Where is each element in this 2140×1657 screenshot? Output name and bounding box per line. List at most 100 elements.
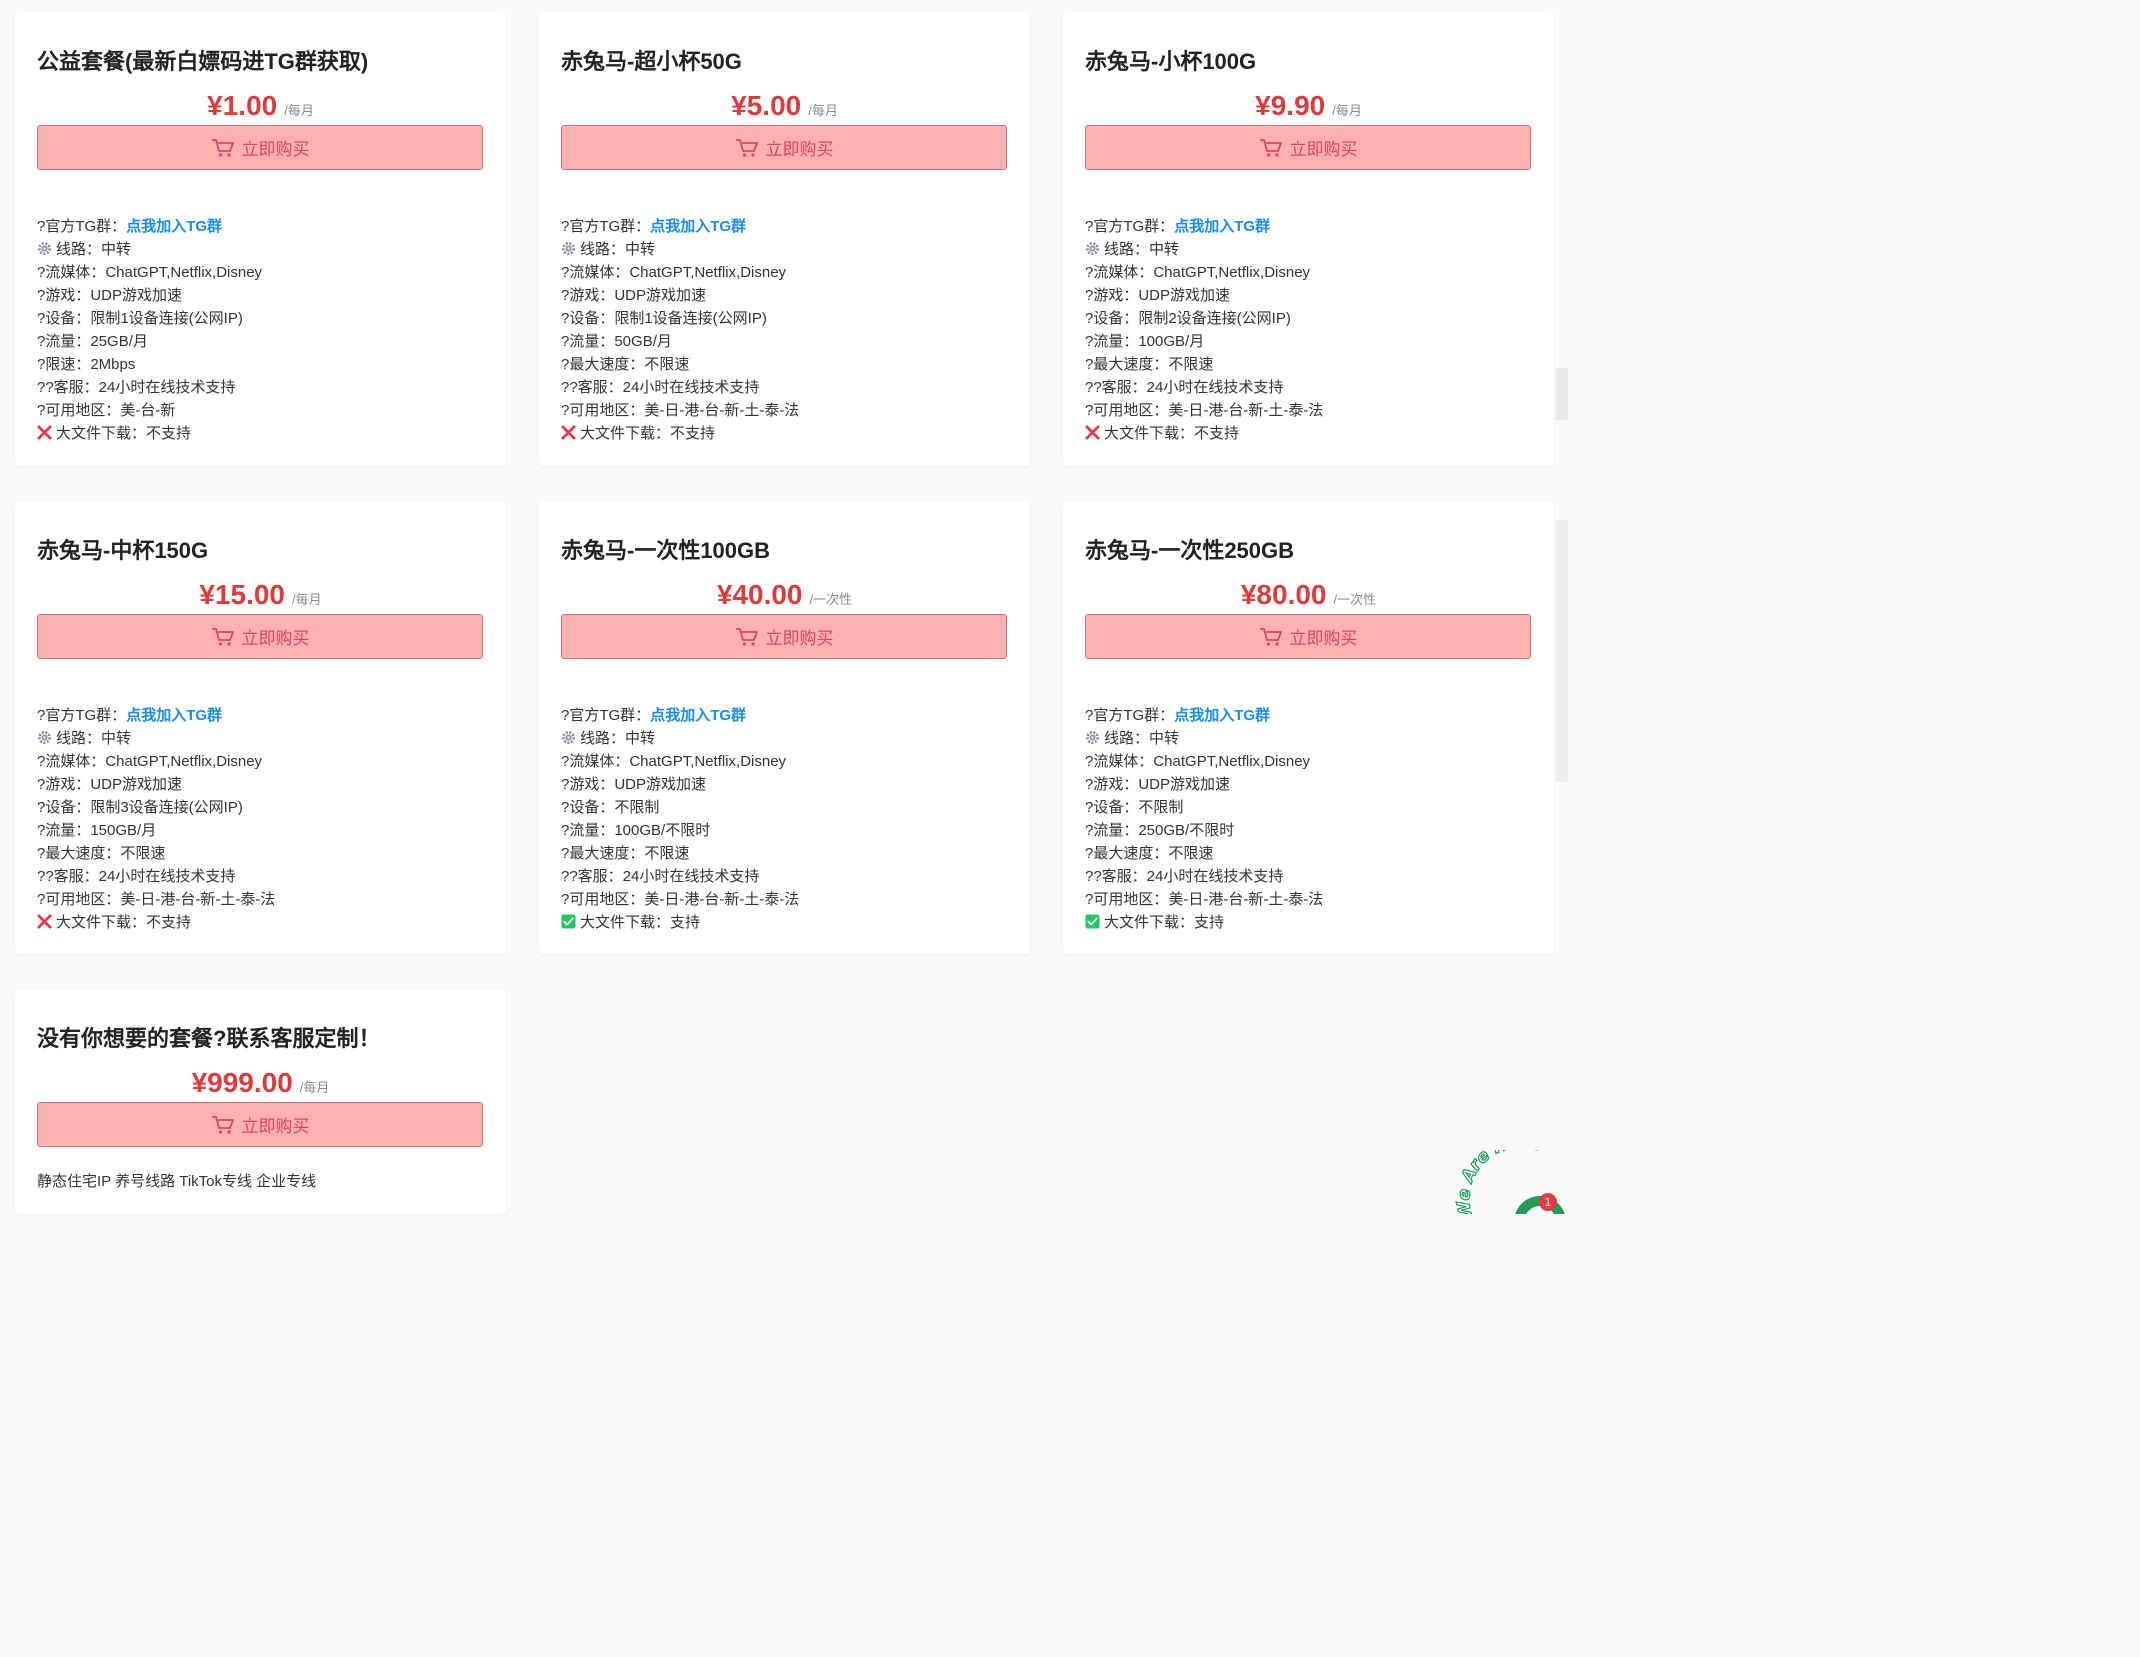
join-tg-link[interactable]: 点我加入TG群 — [1174, 707, 1270, 724]
cross-icon — [561, 425, 576, 440]
feature-download: 大文件下载：不支持 — [561, 422, 799, 445]
plan-card: 赤兔马-一次性100GB ¥40.00 /一次性 立即购买 ?官方TG群：点我加… — [539, 501, 1030, 954]
price-row: ¥15.00 /每月 — [15, 579, 506, 615]
plan-title: 赤兔马-小杯100G — [1085, 49, 1257, 74]
plan-title: 赤兔马-一次性250GB — [1085, 538, 1295, 563]
gear-icon — [561, 241, 576, 256]
plan-title: 赤兔马-一次性100GB — [561, 538, 771, 563]
gear-icon — [1085, 241, 1100, 256]
plan-card: 赤兔马-小杯100G ¥9.90 /每月 立即购买 ?官方TG群：点我加入TG群… — [1063, 12, 1554, 466]
plan-title: 没有你想要的套餐?联系客服定制！ — [37, 1026, 381, 1051]
join-tg-link[interactable]: 点我加入TG群 — [126, 707, 222, 724]
chat-widget-badge[interactable]: We Are Here 1 — [1455, 1150, 1568, 1214]
feature-media: ?流媒体：ChatGPT,Netflix,Disney — [1085, 753, 1311, 770]
buy-now-label: 立即购买 — [241, 1117, 310, 1136]
join-tg-link[interactable]: 点我加入TG群 — [126, 218, 222, 235]
join-tg-link[interactable]: 点我加入TG群 — [650, 707, 746, 724]
feature-game: ?游戏：UDP游戏加速 — [561, 776, 707, 793]
we-are-here-icon: We Are Here 1 — [1455, 1150, 1565, 1214]
feature-traffic: ?流量：25GB/月 — [37, 333, 148, 350]
feature-line: 线路：中转 — [1085, 727, 1323, 750]
feature-line: 线路：中转 — [37, 727, 275, 750]
price-row: ¥40.00 /一次性 — [539, 579, 1030, 615]
feature-speed: ?最大速度：不限速 — [561, 845, 690, 862]
cross-icon — [37, 425, 52, 440]
feature-device: ?设备：不限制 — [1085, 799, 1184, 816]
feature-line: 线路：中转 — [37, 238, 262, 261]
feature-service: ??客服：24小时在线技术支持 — [37, 379, 236, 396]
buy-now-label: 立即购买 — [241, 629, 310, 648]
buy-now-label: 立即购买 — [241, 140, 310, 159]
feature-traffic: ?流量：100GB/月 — [1085, 333, 1205, 350]
plan-card: 赤兔马-一次性250GB ¥80.00 /一次性 立即购买 ?官方TG群：点我加… — [1063, 501, 1554, 954]
join-tg-link[interactable]: 点我加入TG群 — [650, 218, 746, 235]
check-icon — [561, 914, 576, 929]
cart-icon — [211, 138, 234, 157]
price-row: ¥80.00 /一次性 — [1063, 579, 1554, 615]
feature-tg: ?官方TG群：点我加入TG群 — [561, 707, 747, 724]
scrollbar-track — [1556, 520, 1568, 782]
scrollbar-track — [1556, 368, 1568, 420]
feature-download: 大文件下载：不支持 — [37, 911, 275, 934]
feature-tg: ?官方TG群：点我加入TG群 — [1085, 707, 1271, 724]
gear-icon — [37, 730, 52, 745]
feature-speed: ?最大速度：不限速 — [1085, 356, 1214, 373]
plan-title: 公益套餐(最新白嫖码进TG群获取) — [37, 49, 369, 74]
feature-list: ?官方TG群：点我加入TG群 线路：中转 ?流媒体：ChatGPT,Netfli… — [561, 215, 799, 445]
feature-download: 大文件下载：支持 — [1085, 911, 1323, 934]
plan-card: 赤兔马-超小杯50G ¥5.00 /每月 立即购买 ?官方TG群：点我加入TG群… — [539, 12, 1030, 466]
buy-now-label: 立即购买 — [765, 140, 834, 159]
feature-device: ?设备：限制1设备连接(公网IP) — [37, 310, 243, 327]
buy-now-button[interactable]: 立即购买 — [1085, 125, 1531, 170]
feature-media: ?流媒体：ChatGPT,Netflix,Disney — [1085, 264, 1311, 281]
plan-card: 赤兔马-中杯150G ¥15.00 /每月 立即购买 ?官方TG群：点我加入TG… — [15, 501, 506, 954]
buy-now-button[interactable]: 立即购买 — [1085, 614, 1531, 659]
price-row: ¥9.90 /每月 — [1063, 90, 1554, 126]
feature-service: ??客服：24小时在线技术支持 — [561, 379, 760, 396]
feature-speed: ?最大速度：不限速 — [1085, 845, 1214, 862]
feature-traffic: ?流量：250GB/不限时 — [1085, 822, 1235, 839]
feature-tg: ?官方TG群：点我加入TG群 — [1085, 218, 1271, 235]
buy-now-button[interactable]: 立即购买 — [37, 1102, 483, 1147]
plan-price: ¥1.00 — [207, 90, 278, 121]
feature-service: ??客服：24小时在线技术支持 — [561, 868, 760, 885]
cross-icon — [37, 914, 52, 929]
feature-media: ?流媒体：ChatGPT,Netflix,Disney — [561, 264, 787, 281]
feature-device: ?设备：限制3设备连接(公网IP) — [37, 799, 243, 816]
price-unit: /每月 — [1332, 103, 1362, 118]
price-unit: /每月 — [284, 103, 314, 118]
buy-now-button[interactable]: 立即购买 — [37, 125, 483, 170]
feature-download: 大文件下载：不支持 — [37, 422, 262, 445]
feature-region: ?可用地区：美-日-港-台-新-土-泰-法 — [561, 402, 800, 419]
feature-list: ?官方TG群：点我加入TG群 线路：中转 ?流媒体：ChatGPT,Netfli… — [1085, 215, 1323, 445]
feature-speed: ?最大速度：不限速 — [37, 845, 166, 862]
feature-game: ?游戏：UDP游戏加速 — [37, 287, 183, 304]
price-row: ¥999.00 /每月 — [15, 1067, 506, 1103]
feature-line: 线路：中转 — [1085, 238, 1323, 261]
feature-tg: ?官方TG群：点我加入TG群 — [561, 218, 747, 235]
feature-speed: ?限速：2Mbps — [37, 356, 136, 373]
cart-icon — [211, 1115, 234, 1134]
feature-download: 大文件下载：不支持 — [1085, 422, 1323, 445]
cross-icon — [1085, 425, 1100, 440]
price-unit: /每月 — [292, 592, 322, 607]
feature-traffic: ?流量：50GB/月 — [561, 333, 672, 350]
feature-media: ?流媒体：ChatGPT,Netflix,Disney — [37, 753, 263, 770]
price-unit: /每月 — [808, 103, 838, 118]
feature-line: 线路：中转 — [561, 727, 799, 750]
buy-now-label: 立即购买 — [1289, 140, 1358, 159]
plan-title: 赤兔马-超小杯50G — [561, 49, 742, 74]
price-unit: /一次性 — [809, 592, 853, 607]
buy-now-button[interactable]: 立即购买 — [561, 125, 1007, 170]
plan-price: ¥9.90 — [1255, 90, 1326, 121]
feature-traffic: ?流量：100GB/不限时 — [561, 822, 711, 839]
cart-icon — [1259, 627, 1282, 646]
plan-price: ¥15.00 — [199, 579, 285, 610]
plan-price: ¥999.00 — [191, 1067, 293, 1098]
price-row: ¥1.00 /每月 — [15, 90, 506, 126]
join-tg-link[interactable]: 点我加入TG群 — [1174, 218, 1270, 235]
buy-now-button[interactable]: 立即购买 — [37, 614, 483, 659]
gear-icon — [561, 730, 576, 745]
feature-device: ?设备：不限制 — [561, 799, 660, 816]
buy-now-button[interactable]: 立即购买 — [561, 614, 1007, 659]
